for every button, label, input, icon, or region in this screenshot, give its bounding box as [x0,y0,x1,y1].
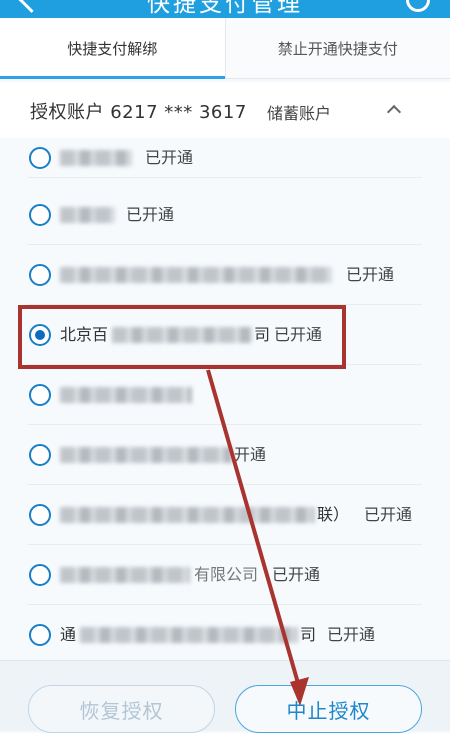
stop-authorization-button[interactable]: 中止授权 [235,685,422,733]
radio-button[interactable] [29,624,51,646]
list-item[interactable] [0,365,450,425]
list-item[interactable]: 有限公司 已开通 [0,545,450,605]
list-item[interactable]: 已开通 [0,245,450,305]
radio-button[interactable] [29,264,51,286]
page-title: 快捷支付管理 [0,0,450,18]
blurred-merchant-name [60,387,192,403]
list-item[interactable]: 通 司 已开通 [0,605,450,665]
status-label: 已开通 [126,204,174,226]
account-type: 储蓄账户 [267,100,331,124]
blurred-merchant-name [60,150,132,166]
status-label: 已开通 [145,147,193,169]
radio-button[interactable] [29,444,51,466]
status-label: 开通 [234,444,266,466]
list-item[interactable]: 已开通 [0,138,450,178]
blurred-merchant-name [60,267,332,283]
radio-button[interactable] [29,504,51,526]
merchant-name-suffix: 联） [317,504,349,526]
title-bar: 快捷支付管理 [0,0,450,18]
radio-button[interactable] [29,384,51,406]
list-item[interactable]: 联） 已开通 [0,485,450,545]
blurred-merchant-name [60,507,315,523]
tab-quick-pay-unbind[interactable]: 快捷支付解绑 [0,18,225,78]
merchant-name-suffix: 有限公司 [194,564,258,586]
radio-button-selected[interactable] [29,324,51,346]
blurred-merchant-name [60,447,232,463]
radio-button[interactable] [29,564,51,586]
status-label: 已开通 [346,264,394,286]
status-label: 已开通 [274,324,322,346]
radio-button[interactable] [29,147,51,169]
blurred-merchant-name [60,567,190,583]
merchant-name-prefix: 通 [60,624,76,646]
account-selector[interactable]: 授权账户 6217 *** 3617 储蓄账户 [0,82,450,139]
list-item-selected[interactable]: 北京百 司 已开通 [0,305,450,365]
action-bar: 恢复授权 中止授权 [0,660,450,731]
blurred-merchant-name [60,207,115,223]
account-label: 授权账户 6217 *** 3617 [30,98,247,124]
blurred-merchant-name [112,327,252,343]
merchant-list: 已开通 已开通 已开通 北京百 司 已开通 开通 联） 已开通 [0,138,450,658]
merchant-name-suffix: 司 [300,624,316,646]
restore-authorization-button[interactable]: 恢复授权 [28,685,215,733]
merchant-name-suffix: 司 [254,324,270,346]
tab-bar: 快捷支付解绑 禁止开通快捷支付 [0,18,450,79]
blurred-merchant-name [80,627,298,643]
status-label: 已开通 [327,624,375,646]
list-item[interactable]: 开通 [0,425,450,485]
tab-disable-quick-pay[interactable]: 禁止开通快捷支付 [225,18,450,78]
radio-button[interactable] [29,204,51,226]
status-label: 已开通 [272,564,320,586]
status-label: 已开通 [364,504,412,526]
list-item[interactable]: 已开通 [0,185,450,245]
merchant-name-prefix: 北京百 [60,324,108,346]
chevron-up-icon[interactable] [387,105,401,119]
